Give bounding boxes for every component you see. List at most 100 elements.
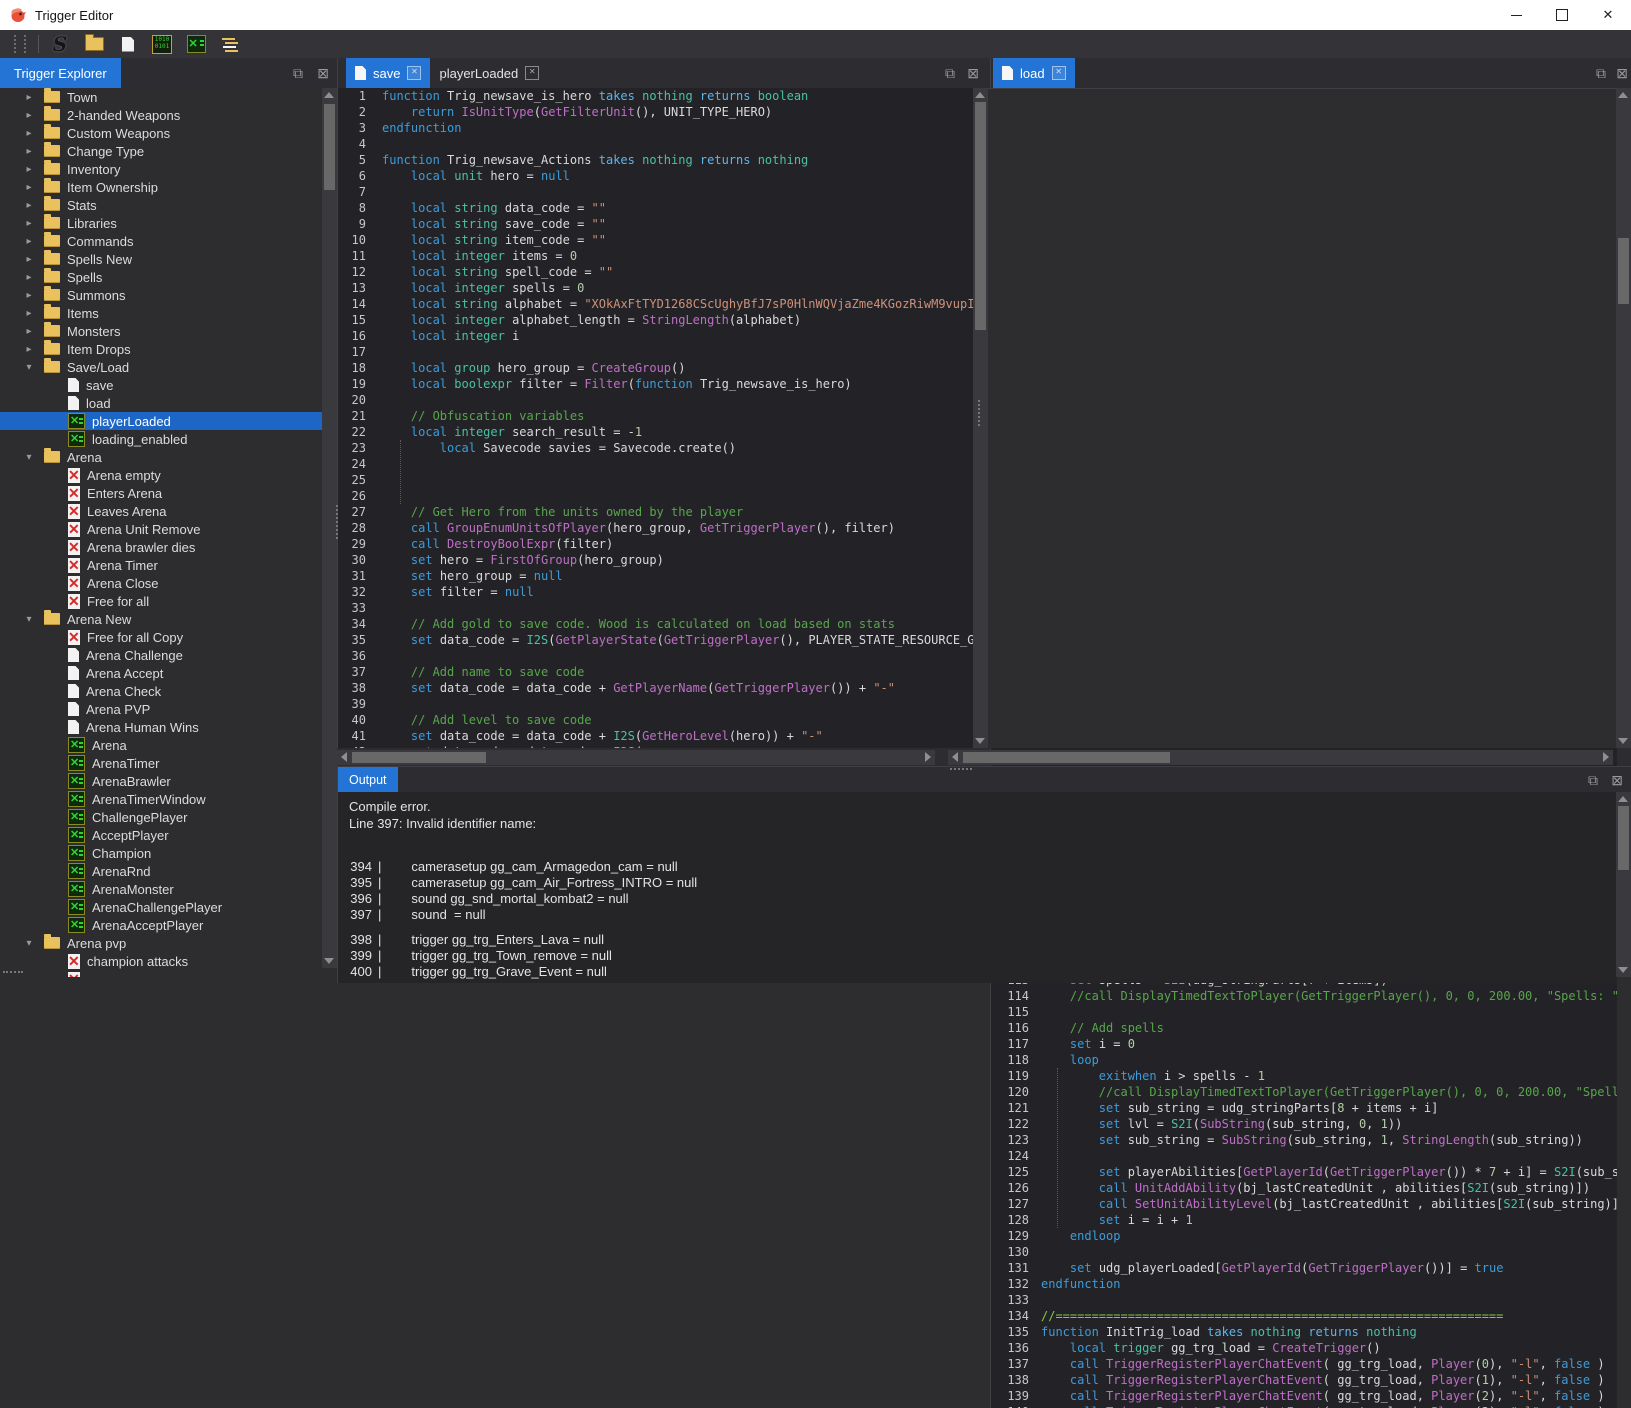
code-line[interactable]: 127 call SetUnitAbilityLevel(bj_lastCrea…: [991, 1196, 1617, 1212]
tree-item[interactable]: ▸Stats: [0, 196, 322, 214]
code-line[interactable]: 22 local integer search_result = -1: [338, 424, 975, 440]
toolbar-grip[interactable]: [14, 35, 26, 53]
code-line[interactable]: 114 //call DisplayTimedTextToPlayer(GetT…: [991, 988, 1617, 1004]
tree-item[interactable]: ▸Item Ownership: [0, 178, 322, 196]
explorer-title-tab[interactable]: Trigger Explorer: [0, 58, 121, 88]
splitter-grip[interactable]: [336, 505, 340, 539]
close-panel-icon[interactable]: ⊠: [1611, 773, 1623, 787]
editor-hscrollbar[interactable]: [948, 750, 1613, 765]
tree-item[interactable]: ArenaMonster: [0, 880, 322, 898]
tree-item[interactable]: ▸Inventory: [0, 160, 322, 178]
code-line[interactable]: 134//===================================…: [991, 1308, 1617, 1324]
editor-tab[interactable]: save✕: [346, 58, 430, 88]
tree-item[interactable]: Arena Challenge: [0, 646, 322, 664]
custom-script-button[interactable]: [185, 33, 207, 55]
tree-item[interactable]: ▸Custom Weapons: [0, 124, 322, 142]
code-line[interactable]: 3endfunction: [338, 120, 975, 136]
tree-item[interactable]: Arena PVP: [0, 700, 322, 718]
code-line[interactable]: 36: [338, 648, 975, 664]
code-line[interactable]: 120 //call DisplayTimedTextToPlayer(GetT…: [991, 1084, 1617, 1100]
code-line[interactable]: 13 local integer spells = 0: [338, 280, 975, 296]
tree-item[interactable]: ▸Town: [0, 88, 322, 106]
tree-item[interactable]: champion attacks: [0, 952, 322, 970]
code-line[interactable]: 139 call TriggerRegisterPlayerChatEvent(…: [991, 1388, 1617, 1404]
chevron-down-icon[interactable]: ▾: [22, 614, 36, 625]
code-line[interactable]: 40 // Add level to save code: [338, 712, 975, 728]
code-line[interactable]: 132endfunction: [991, 1276, 1617, 1292]
code-line[interactable]: 121 set sub_string = udg_stringParts[8 +…: [991, 1100, 1617, 1116]
tree-item[interactable]: Arena: [0, 736, 322, 754]
tree-item[interactable]: load: [0, 394, 322, 412]
tree-item[interactable]: Arena Human Wins: [0, 718, 322, 736]
code-line[interactable]: 14 local string alphabet = "XOkAxFtTYD12…: [338, 296, 975, 312]
tree-item[interactable]: Free for all Copy: [0, 628, 322, 646]
tree-item[interactable]: Free for all: [0, 592, 322, 610]
code-line[interactable]: 4: [338, 136, 975, 152]
code-line[interactable]: 9 local string save_code = "": [338, 216, 975, 232]
code-line[interactable]: 35 set data_code = I2S(GetPlayerState(Ge…: [338, 632, 975, 648]
tree-item[interactable]: Arena Check: [0, 682, 322, 700]
code-line[interactable]: 7: [338, 184, 975, 200]
code-line[interactable]: 28 call GroupEnumUnitsOfPlayer(hero_grou…: [338, 520, 975, 536]
resize-grip[interactable]: [3, 971, 23, 975]
tree-item[interactable]: playerLoaded: [0, 412, 322, 430]
tree-item[interactable]: Arena empty: [0, 466, 322, 484]
tree-item[interactable]: Arena Unit Remove: [0, 520, 322, 538]
code-line[interactable]: 16 local integer i: [338, 328, 975, 344]
tree-item[interactable]: ▸Summons: [0, 286, 322, 304]
scrollbar-thumb[interactable]: [975, 102, 986, 330]
code-line[interactable]: 135function InitTrig_load takes nothing …: [991, 1324, 1617, 1340]
chevron-right-icon[interactable]: ▸: [22, 308, 36, 319]
output-scrollbar[interactable]: [1616, 792, 1631, 977]
code-line[interactable]: 133: [991, 1292, 1617, 1308]
chevron-down-icon[interactable]: ▾: [22, 362, 36, 373]
tree-item[interactable]: ▸Items: [0, 304, 322, 322]
chevron-right-icon[interactable]: ▸: [22, 290, 36, 301]
minimize-button[interactable]: [1493, 0, 1539, 30]
tree-item[interactable]: ArenaChallengePlayer: [0, 898, 322, 916]
float-panel-icon[interactable]: ⧉: [293, 66, 303, 80]
chevron-right-icon[interactable]: ▸: [22, 236, 36, 247]
script-scroll-icon[interactable]: S: [49, 33, 71, 55]
chevron-right-icon[interactable]: ▸: [22, 146, 36, 157]
chevron-right-icon[interactable]: ▸: [22, 164, 36, 175]
tree-item[interactable]: Arena brawler dies: [0, 538, 322, 556]
scrollbar-thumb[interactable]: [1618, 238, 1629, 304]
close-panel-icon[interactable]: ⊠: [317, 66, 329, 80]
close-tab-icon[interactable]: ✕: [407, 66, 421, 80]
output-tab[interactable]: Output: [338, 767, 398, 793]
code-line[interactable]: 8 local string data_code = "": [338, 200, 975, 216]
tree-item[interactable]: ChallengePlayer: [0, 808, 322, 826]
code-line[interactable]: 136 local trigger gg_trg_load = CreateTr…: [991, 1340, 1617, 1356]
tree-item[interactable]: Arena Accept: [0, 664, 322, 682]
code-line[interactable]: 138 call TriggerRegisterPlayerChatEvent(…: [991, 1372, 1617, 1388]
chevron-down-icon[interactable]: ▾: [22, 938, 36, 949]
scrollbar-thumb[interactable]: [1618, 806, 1629, 870]
chevron-right-icon[interactable]: ▸: [22, 110, 36, 121]
tree-item[interactable]: [0, 970, 322, 977]
float-panel-icon[interactable]: ⧉: [945, 66, 955, 80]
code-line[interactable]: 21 // Obfuscation variables: [338, 408, 975, 424]
tree-item[interactable]: loading_enabled: [0, 430, 322, 448]
code-line[interactable]: 129 endloop: [991, 1228, 1617, 1244]
chevron-right-icon[interactable]: ▸: [22, 200, 36, 211]
code-line[interactable]: 38 set data_code = data_code + GetPlayer…: [338, 680, 975, 696]
code-line[interactable]: 122 set lvl = S2I(SubString(sub_string, …: [991, 1116, 1617, 1132]
tree-item[interactable]: ▸Commands: [0, 232, 322, 250]
tree-item[interactable]: Enters Arena: [0, 484, 322, 502]
code-line[interactable]: 116 // Add spells: [991, 1020, 1617, 1036]
tree-item[interactable]: ArenaRnd: [0, 862, 322, 880]
tree-item[interactable]: ▸2-handed Weapons: [0, 106, 322, 124]
close-tab-icon[interactable]: ✕: [1052, 66, 1066, 80]
code-line[interactable]: 10 local string item_code = "": [338, 232, 975, 248]
scrollbar-thumb[interactable]: [963, 752, 1170, 763]
code-line[interactable]: 5function Trig_newsave_Actions takes not…: [338, 152, 975, 168]
code-line[interactable]: 6 local unit hero = null: [338, 168, 975, 184]
tree[interactable]: ▸Town▸2-handed Weapons▸Custom Weapons ▸ Ch…: [0, 88, 322, 977]
splitter-grip[interactable]: [978, 400, 982, 426]
float-panel-icon[interactable]: ⧉: [1596, 66, 1606, 80]
code-line[interactable]: 39: [338, 696, 975, 712]
tree-item[interactable]: ▾Arena New: [0, 610, 322, 628]
code-line[interactable]: 17: [338, 344, 975, 360]
tree-item[interactable]: Arena Close: [0, 574, 322, 592]
